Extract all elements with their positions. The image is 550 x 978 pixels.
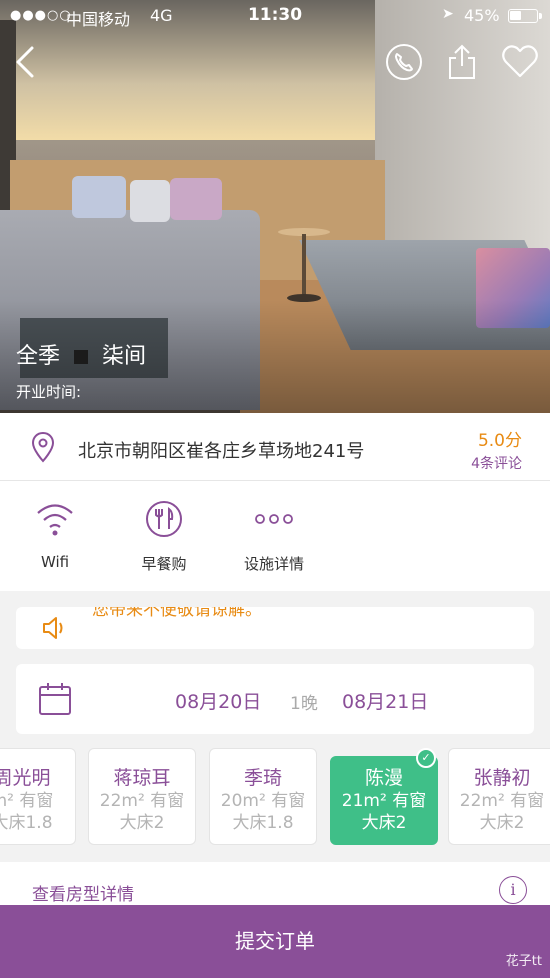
calendar-icon xyxy=(39,683,71,715)
room-bed: 大床1.8 xyxy=(0,813,53,833)
room-type-carousel[interactable]: 周光明 m² 有窗 大床1.8 蒋琼耳 22m² 有窗 大床2 季琦 20m² … xyxy=(0,748,550,846)
hotel-logo-icon xyxy=(74,350,89,364)
room-bed: 大床2 xyxy=(119,813,165,833)
facility-label: Wifi xyxy=(40,553,70,571)
battery-fill xyxy=(510,11,522,20)
battery-icon xyxy=(508,9,542,23)
room-bed: 大床2 xyxy=(479,813,525,833)
back-icon[interactable] xyxy=(8,42,48,82)
address-row[interactable]: 北京市朝阳区崔各庄乡草场地241号 5.0分 4条评论 xyxy=(0,413,550,481)
room-size: 22m² 有窗 xyxy=(99,791,185,811)
photo-pillow xyxy=(72,176,126,218)
room-card[interactable]: 周光明 m² 有窗 大床1.8 xyxy=(0,748,76,845)
share-icon[interactable] xyxy=(442,42,482,82)
room-name: 季琦 xyxy=(243,767,282,789)
facility-details[interactable]: 设施详情 xyxy=(229,497,319,574)
photo-pillow xyxy=(130,180,170,222)
wifi-icon xyxy=(10,497,100,541)
room-size: 20m² 有窗 xyxy=(220,791,306,811)
more-dots-icon xyxy=(229,497,319,541)
open-time-label: 开业时间: xyxy=(16,383,82,401)
status-bar: ●●●○○ 中国移动 4G 11:30 ➤ 45% xyxy=(0,0,550,32)
hotel-branch: 柒间 xyxy=(102,344,147,369)
location-pin-icon xyxy=(31,431,55,463)
room-bed: 大床2 xyxy=(361,813,407,833)
hotel-address: 北京市朝阳区崔各庄乡草场地241号 xyxy=(78,441,365,462)
submit-order-button[interactable]: 提交订单 xyxy=(0,905,550,978)
battery-percent: 45% xyxy=(464,6,500,25)
rating-score: 5.0分 xyxy=(477,431,522,451)
notice-text: 您带来不便敬请谅解。 xyxy=(92,607,262,620)
watermark: 花子tt xyxy=(505,954,542,969)
notice-bar: 您带来不便敬请谅解。 xyxy=(16,607,534,649)
hotel-brand: 全季 xyxy=(16,344,61,369)
heart-icon[interactable] xyxy=(500,42,540,82)
room-name: 张静初 xyxy=(473,767,531,789)
room-card[interactable]: 张静初 22m² 有窗 大床2 xyxy=(448,748,550,845)
facilities-panel: Wifi 早餐购 设施详情 xyxy=(0,481,550,591)
photo-table-leg xyxy=(302,234,306,298)
info-icon[interactable]: i xyxy=(499,876,527,904)
room-name: 周光明 xyxy=(0,767,51,789)
room-size: m² 有窗 xyxy=(0,791,54,811)
room-detail-label[interactable]: 查看房型详情 xyxy=(32,880,134,905)
facility-label: 早餐购 xyxy=(141,555,187,573)
check-out-date[interactable]: 08月21日 xyxy=(342,687,428,714)
review-count[interactable]: 4条评论 xyxy=(471,453,522,473)
facility-label: 设施详情 xyxy=(243,555,304,573)
battery-nub xyxy=(539,13,542,19)
room-size: 22m² 有窗 xyxy=(459,791,545,811)
room-name: 蒋琼耳 xyxy=(113,767,171,789)
checkmark-icon: ✓ xyxy=(416,748,436,768)
speaker-icon xyxy=(43,617,63,639)
facility-wifi[interactable]: Wifi xyxy=(10,497,100,571)
date-selector[interactable]: 08月20日 1晚 08月21日 xyxy=(16,664,534,734)
room-size: 21m² 有窗 xyxy=(341,791,427,811)
facility-breakfast[interactable]: 早餐购 xyxy=(119,497,209,574)
fork-knife-icon xyxy=(119,497,209,541)
room-bed: 大床1.8 xyxy=(232,813,294,833)
room-card[interactable]: 蒋琼耳 22m² 有窗 大床2 xyxy=(88,748,196,845)
hotel-name: 全季 柒间 xyxy=(16,338,146,370)
location-arrow-icon: ➤ xyxy=(442,6,454,22)
room-detail-link[interactable]: 查看房型详情 i xyxy=(0,862,550,906)
nights-count: 1晚 xyxy=(290,694,318,714)
photo-pillow xyxy=(170,178,222,220)
phone-icon[interactable] xyxy=(384,42,424,82)
room-card[interactable]: 季琦 20m² 有窗 大床1.8 xyxy=(209,748,317,845)
check-in-date[interactable]: 08月20日 xyxy=(175,687,261,714)
room-card-selected[interactable]: 陈漫 21m² 有窗 大床2 xyxy=(330,756,438,845)
